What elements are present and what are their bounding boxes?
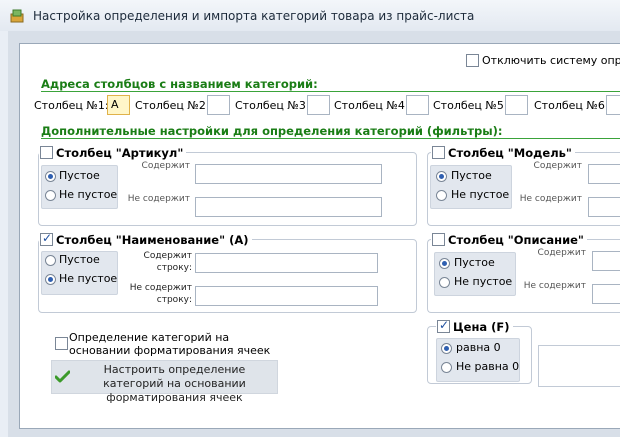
- article-contains-label: Содержит: [141, 161, 190, 171]
- name-notcontains-input[interactable]: [195, 286, 378, 306]
- article-checkbox[interactable]: [40, 146, 53, 159]
- model-checkbox[interactable]: [432, 146, 445, 159]
- model-notempty-label: Не пустое: [451, 188, 510, 201]
- name-empty-label: Пустое: [59, 253, 100, 266]
- model-empty-label: Пустое: [451, 169, 492, 182]
- name-checkbox[interactable]: [40, 231, 53, 246]
- model-notempty-radio[interactable]: [436, 190, 447, 201]
- model-empty-radio[interactable]: [436, 171, 447, 182]
- name-contains-input[interactable]: [195, 253, 378, 273]
- price-group-header: Цена (F): [436, 318, 513, 334]
- description-checkbox[interactable]: [432, 233, 445, 246]
- article-notempty-radio[interactable]: [45, 190, 56, 201]
- column-2-label: Столбец №2:: [135, 99, 210, 112]
- column-4-label: Столбец №4:: [334, 99, 409, 112]
- filters-title: Дополнительные настройки для определения…: [41, 124, 503, 138]
- filters-separator: [41, 138, 620, 139]
- formatting-checkbox[interactable]: [55, 337, 68, 350]
- description-empty-radio[interactable]: [439, 258, 450, 269]
- model-group-header: Столбец "Модель": [431, 144, 575, 160]
- column-1-input[interactable]: A: [107, 95, 130, 115]
- name-contains-label: Содержит строку:: [143, 251, 192, 273]
- window-title: Настройка определения и импорта категори…: [33, 9, 475, 23]
- description-notcontains-label: Не содержит: [523, 281, 586, 291]
- description-notempty-radio[interactable]: [439, 277, 450, 288]
- article-group-title: Столбец "Артикул": [56, 146, 184, 160]
- model-group-title: Столбец "Модель": [448, 146, 572, 160]
- name-notempty-label: Не пустое: [59, 272, 118, 285]
- description-empty-label: Пустое: [454, 256, 495, 269]
- title-bar: Настройка определения и импорта категори…: [0, 0, 620, 31]
- price-group-title: Цена (F): [453, 320, 510, 334]
- description-notcontains-input[interactable]: [592, 284, 620, 304]
- name-notempty-radio[interactable]: [45, 274, 56, 285]
- configure-formatting-button[interactable]: Настроить определение категорий на основ…: [51, 360, 278, 404]
- article-notcontains-label: Не содержит: [127, 194, 190, 204]
- name-notcontains-label: Не содержит строку:: [129, 283, 192, 305]
- price-checkbox[interactable]: [437, 318, 450, 333]
- description-group-title: Столбец "Описание": [448, 233, 584, 247]
- article-notempty-label: Не пустое: [59, 188, 118, 201]
- model-notcontains-input[interactable]: [588, 197, 620, 217]
- disable-system-label: Отключить систему опред: [482, 54, 620, 67]
- model-notcontains-label: Не содержит: [519, 194, 582, 204]
- article-empty-radio[interactable]: [45, 171, 56, 182]
- column-4-input[interactable]: [406, 95, 429, 115]
- price-nonzero-radio[interactable]: [441, 362, 452, 373]
- addresses-title: Адреса столбцов с названием категорий:: [41, 77, 318, 91]
- article-contains-input[interactable]: [195, 164, 382, 184]
- article-empty-label: Пустое: [59, 169, 100, 182]
- model-contains-input[interactable]: [588, 164, 620, 184]
- check-icon: [55, 370, 70, 383]
- column-2-input[interactable]: [207, 95, 230, 115]
- formatting-checkbox-label: Определение категорий на основании форма…: [69, 331, 271, 357]
- column-6-label: Столбец №6:: [534, 99, 609, 112]
- addresses-separator: [41, 91, 620, 92]
- price-zero-radio[interactable]: [441, 343, 452, 354]
- name-empty-radio[interactable]: [45, 255, 56, 266]
- configure-formatting-label: Настроить определение категорий на основ…: [103, 363, 246, 404]
- article-group-header: Столбец "Артикул": [39, 144, 187, 160]
- name-group-title: Столбец "Наименование" (А): [56, 233, 249, 247]
- column-1-label: Столбец №1:: [34, 99, 109, 112]
- price-value-box[interactable]: [538, 345, 620, 387]
- description-contains-input[interactable]: [592, 251, 620, 271]
- model-contains-label: Содержит: [533, 161, 582, 171]
- name-group-header: Столбец "Наименование" (А): [39, 231, 252, 247]
- column-6-input[interactable]: [606, 95, 620, 115]
- description-notempty-label: Не пустое: [454, 275, 513, 288]
- app-icon: [10, 9, 24, 23]
- price-nonzero-label: Не равна 0: [456, 360, 520, 373]
- app-window: Настройка определения и импорта категори…: [0, 0, 620, 437]
- column-5-label: Столбец №5:: [433, 99, 508, 112]
- column-3-input[interactable]: [307, 95, 330, 115]
- description-group-header: Столбец "Описание": [431, 231, 587, 247]
- description-contains-label: Содержит: [537, 248, 586, 258]
- disable-system-checkbox[interactable]: [466, 54, 479, 67]
- column-3-label: Столбец №3:: [235, 99, 310, 112]
- settings-panel: Отключить систему опред Адреса столбцов …: [19, 43, 620, 429]
- column-5-input[interactable]: [505, 95, 528, 115]
- price-zero-label: равна 0: [456, 341, 501, 354]
- article-notcontains-input[interactable]: [195, 197, 382, 217]
